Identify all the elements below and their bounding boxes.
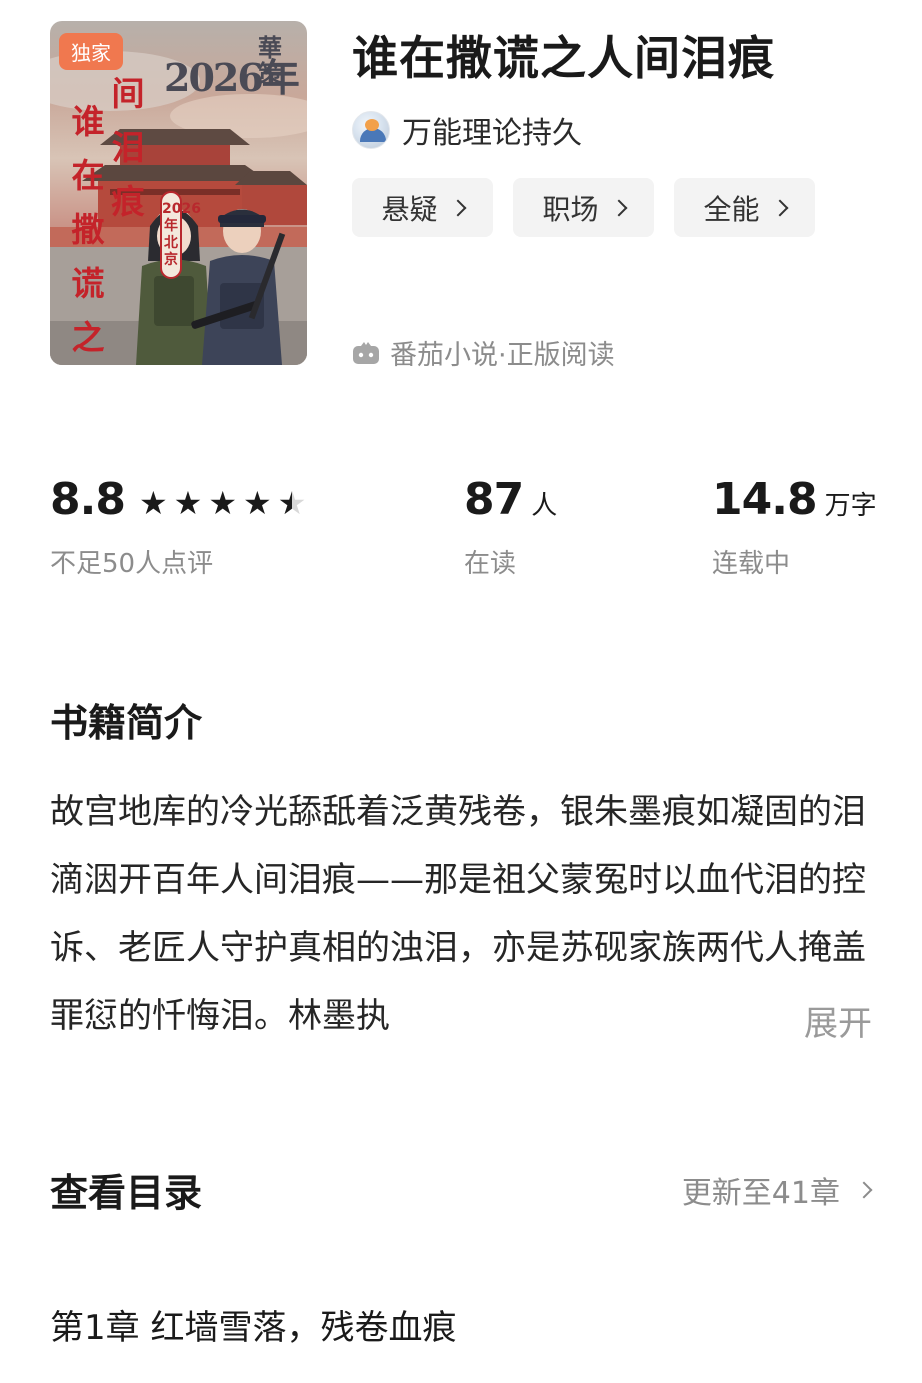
author-row[interactable]: 万能理论持久: [352, 108, 582, 152]
expand-button[interactable]: 展开: [804, 996, 872, 1045]
tag-suspense[interactable]: 悬疑: [352, 178, 493, 237]
catalog-update-label: 更新至41章: [681, 1176, 840, 1211]
cover-subline: 2026年北京: [160, 191, 201, 279]
source-row: 番茄小说·正版阅读: [352, 333, 615, 372]
tag-workplace[interactable]: 职场: [513, 178, 654, 237]
serial-status-label: 连载中: [712, 549, 791, 579]
tag-label: 悬疑: [381, 192, 438, 226]
catalog-heading[interactable]: 查看目录: [50, 1162, 202, 1217]
book-title: 谁在撒谎之人间泪痕: [352, 31, 775, 85]
star-full-icon: ★: [243, 484, 272, 522]
rating-label: 不足50人点评: [50, 549, 214, 579]
book-cover[interactable]: 独家 2026年 華策 谁在撒谎之人 间泪痕 2026年北京: [50, 21, 307, 365]
chevron-right-icon: [449, 199, 466, 216]
tag-list: 悬疑 职场 全能: [352, 178, 815, 237]
chapter-item[interactable]: 第1章 红墙雪落，残卷血痕: [50, 1300, 456, 1349]
star-half-icon: ★ ★: [277, 484, 307, 522]
readers-value: 87: [464, 474, 524, 525]
readers-label: 在读: [464, 549, 517, 579]
catalog-update-link[interactable]: 更新至41章: [681, 1168, 873, 1212]
cover-title-right: 间泪痕: [111, 74, 145, 221]
tomato-app-icon: [353, 341, 379, 364]
star-full-icon: ★: [173, 484, 203, 522]
readers-unit: 人: [531, 491, 558, 521]
cover-publisher-text: 華策: [258, 33, 282, 88]
star-full-icon: ★: [138, 484, 168, 522]
rating-stat[interactable]: 8.8 ★ ★ ★ ★ ★ ★ 不足50人点评: [50, 474, 306, 580]
star-full-icon: ★: [208, 484, 238, 522]
rating-stars: ★ ★ ★ ★ ★ ★: [139, 487, 306, 519]
words-unit: 万字: [824, 491, 877, 521]
tag-label: 全能: [703, 192, 760, 226]
author-avatar[interactable]: [352, 111, 390, 149]
chevron-right-icon: [771, 199, 788, 216]
readers-stat: 87 人 在读: [464, 474, 557, 580]
rating-value: 8.8: [50, 474, 126, 525]
author-name[interactable]: 万能理论持久: [402, 108, 582, 152]
words-stat: 14.8 万字 连载中: [712, 474, 877, 580]
chevron-right-icon: [610, 199, 627, 216]
words-value: 14.8: [712, 474, 818, 525]
source-label: 番茄小说·正版阅读: [390, 340, 615, 371]
intro-heading: 书籍简介: [50, 701, 203, 745]
tag-omnipotent[interactable]: 全能: [674, 178, 815, 237]
tag-label: 职场: [542, 192, 599, 226]
exclusive-badge: 独家: [59, 33, 123, 70]
chevron-right-icon: [855, 1181, 873, 1199]
